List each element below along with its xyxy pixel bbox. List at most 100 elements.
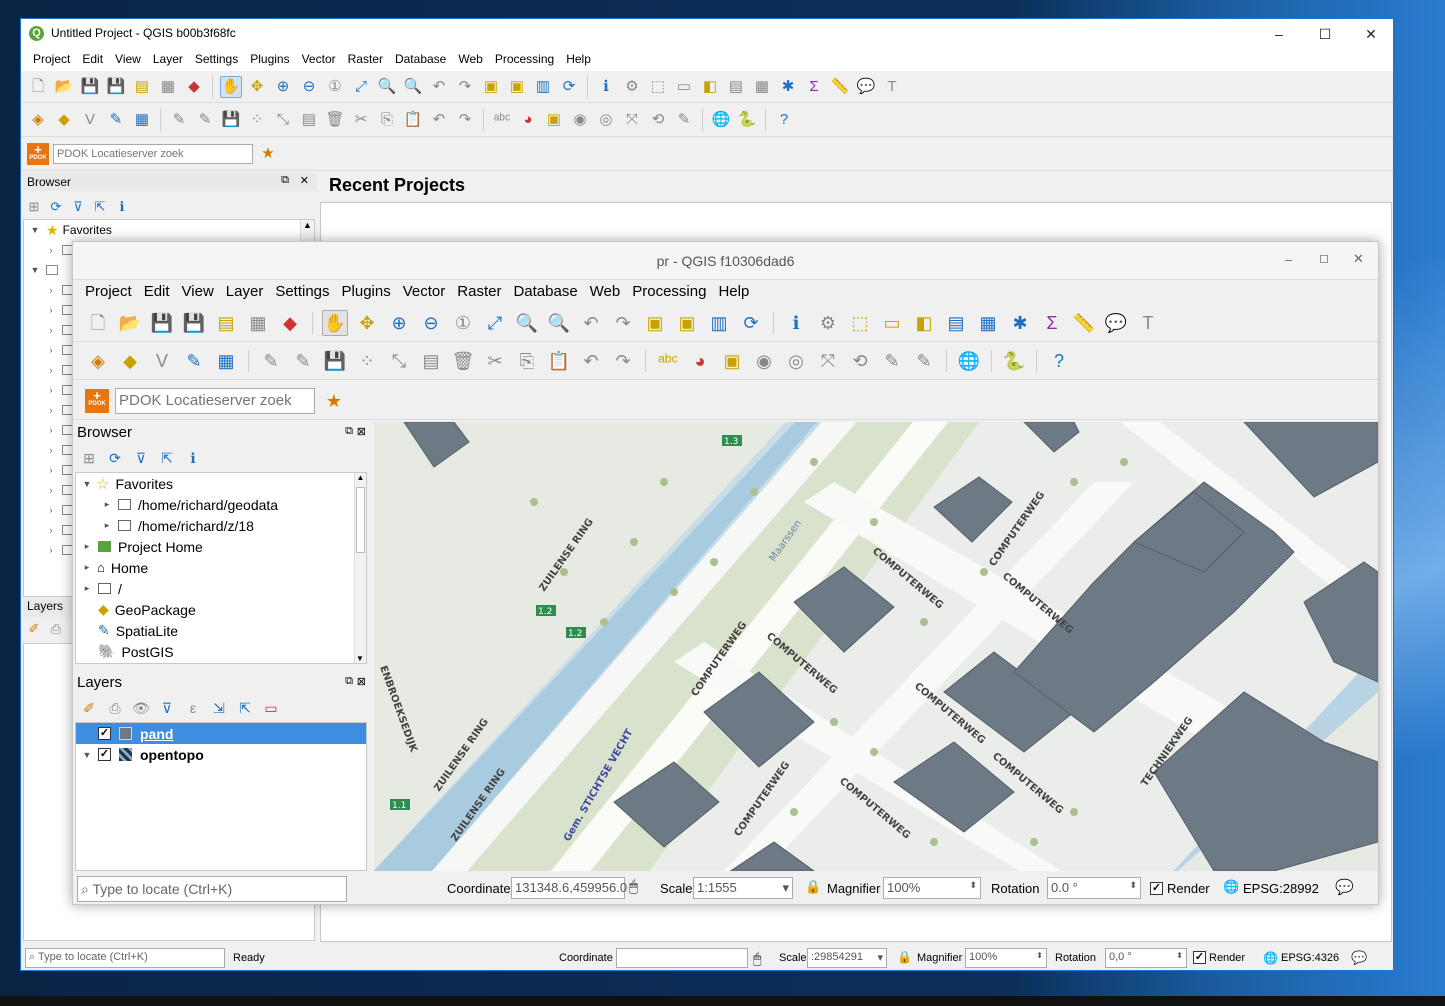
new-print-layout-icon[interactable]: ▤ [131,76,153,98]
browser-item-z18[interactable]: ▸ /home/richard/z/18 [76,515,366,536]
menu-plugins[interactable]: Plugins [244,49,295,71]
lock-scale-icon[interactable]: 🔒 [897,950,912,964]
menu-vector[interactable]: Vector [296,49,342,71]
menu-web[interactable]: Web [452,49,488,71]
crs-icon[interactable]: 🌐 [1263,951,1278,965]
paste-features-icon[interactable]: 📋 [546,348,572,374]
crs-icon[interactable]: 🌐 [1223,879,1239,895]
inner-menu-edit[interactable]: Edit [138,280,176,304]
pdok-plugin-icon[interactable]: PDOK [27,135,49,165]
crs-label[interactable]: EPSG:28992 [1243,881,1319,896]
expand-all-icon[interactable]: ⇲ [209,698,229,718]
toggle-editing-icon[interactable]: ✎ [290,348,316,374]
map-canvas[interactable]: ZUILENSE RING ZUILENSE RING ZUILENSE RIN… [374,422,1378,871]
zoom-in-icon[interactable]: ⊕ [272,76,294,98]
browser-item-root[interactable]: ▸ / [76,578,366,599]
pin-labels-icon[interactable]: ◉ [751,348,777,374]
layer-styling-icon[interactable]: ✐ [79,698,99,718]
text-annotation-icon[interactable]: T [881,76,903,98]
filter-browser-icon[interactable]: ⊽ [131,448,151,468]
browser-item-postgis[interactable]: 🐘 PostGIS [76,641,366,662]
show-bookmarks-icon[interactable]: ▣ [506,76,528,98]
inner-menu-help[interactable]: Help [712,280,755,304]
pan-map-icon[interactable]: ✋ [220,75,242,98]
modify-attributes-icon[interactable]: ▤ [298,109,320,131]
new-bookmark-icon[interactable]: ▣ [480,76,502,98]
rotate-label-icon[interactable]: ⟲ [647,109,669,131]
help-contents-icon[interactable]: ? [773,109,795,131]
browser-item-project-home[interactable]: ▸ Project Home [76,536,366,557]
change-label-icon[interactable]: ✎ [673,109,695,131]
zoom-native-icon[interactable]: ① [324,76,346,98]
inner-menu-processing[interactable]: Processing [626,280,712,304]
layer-styling-icon[interactable]: ✐ [25,619,43,637]
new-bookmark-icon[interactable]: ▣ [642,310,668,336]
new-print-layout-icon[interactable]: ▤ [213,310,239,336]
zoom-last-icon[interactable]: ↶ [428,76,450,98]
minimize-button[interactable]: – [1259,24,1299,44]
layer-visibility-checkbox[interactable]: ✓ [98,727,111,740]
refresh-icon[interactable]: ⟳ [738,310,764,336]
open-project-icon[interactable]: 📂 [53,76,75,98]
pin-labels-icon[interactable]: ◉ [569,109,591,131]
save-as-icon[interactable]: 💾 [181,310,207,336]
vertex-tool-icon[interactable]: ⤡ [272,109,294,131]
python-console-icon[interactable]: 🐍 [1001,348,1027,374]
move-label-icon[interactable]: ⤧ [815,348,841,374]
measure-line-icon[interactable]: 📏 [829,76,851,98]
new-project-icon[interactable]: 🗋 [27,76,49,98]
collapse-all-icon[interactable]: ⇱ [157,448,177,468]
zoom-out-icon[interactable]: ⊖ [418,310,444,336]
temporal-controller-icon[interactable]: ▥ [532,76,554,98]
save-as-icon[interactable]: 💾 [105,76,127,98]
add-feature-icon[interactable]: ⁘ [354,348,380,374]
change-label-icon[interactable]: ✎ [879,348,905,374]
new-geopackage-layer-icon[interactable]: ◆ [117,348,143,374]
refresh-browser-icon[interactable]: ⟳ [105,448,125,468]
inner-minimize-button[interactable]: – [1285,252,1292,267]
statistical-summary-icon[interactable]: Σ [1039,310,1065,336]
render-checkbox[interactable]: ✓ [1150,882,1163,895]
browser-item-geopackage[interactable]: ◆ GeoPackage [76,599,366,620]
inner-close-button[interactable]: ✕ [1353,251,1364,267]
coordinate-field[interactable] [616,948,748,968]
digitize-icon[interactable]: V [149,348,175,374]
browser-item-home[interactable]: ▸ ⌂ Home [76,557,366,578]
highlight-pinned-labels-icon[interactable]: ▣ [719,348,745,374]
add-feature-icon[interactable]: ⁘ [246,109,268,131]
identify-icon[interactable]: ℹ [783,310,809,336]
paste-features-icon[interactable]: 📋 [402,109,424,131]
select-features-icon[interactable]: ⬚ [847,310,873,336]
redo-icon[interactable]: ↷ [610,348,636,374]
zoom-last-icon[interactable]: ↶ [578,310,604,336]
globe-plugin-icon[interactable]: 🌐 [710,109,732,131]
identify-icon[interactable]: ℹ [595,76,617,98]
zoom-next-icon[interactable]: ↷ [610,310,636,336]
show-hide-labels-icon[interactable]: ◎ [783,348,809,374]
run-action-icon[interactable]: ⚙ [815,310,841,336]
render-checkbox[interactable]: ✓ [1193,951,1206,964]
toggle-extents-icon[interactable]: 🖱 [629,878,638,895]
digitize-icon[interactable]: V [79,109,101,131]
remove-layer-icon[interactable]: ▭ [261,698,281,718]
text-annotation-icon[interactable]: T [1135,310,1161,336]
new-project-icon[interactable]: 🗋 [85,310,111,336]
current-edits-icon[interactable]: ✎ [258,348,284,374]
layer-row-opentopo[interactable]: ▼ ✓ opentopo [76,744,366,765]
label-properties-icon[interactable]: ✎ [911,348,937,374]
messages-icon[interactable]: 💬 [1335,878,1354,896]
add-selected-layers-icon[interactable]: ⊞ [79,448,99,468]
label-toolbar-icon[interactable]: ᵃᵇᶜ [491,109,513,131]
select-features-icon[interactable]: ⬚ [647,76,669,98]
refresh-icon[interactable]: ⟳ [558,76,580,98]
layer-visibility-checkbox[interactable]: ✓ [98,748,111,761]
menu-help[interactable]: Help [560,49,597,71]
menu-settings[interactable]: Settings [189,49,244,71]
maximize-button[interactable]: ☐ [1305,24,1345,44]
close-dock-icon[interactable]: ⊠ [357,675,366,688]
globe-plugin-icon[interactable]: 🌐 [956,348,982,374]
rotate-label-icon[interactable]: ⟲ [847,348,873,374]
attribute-table-icon[interactable]: ▤ [725,76,747,98]
properties-icon[interactable]: ℹ [183,448,203,468]
pan-to-selection-icon[interactable]: ✥ [354,310,380,336]
